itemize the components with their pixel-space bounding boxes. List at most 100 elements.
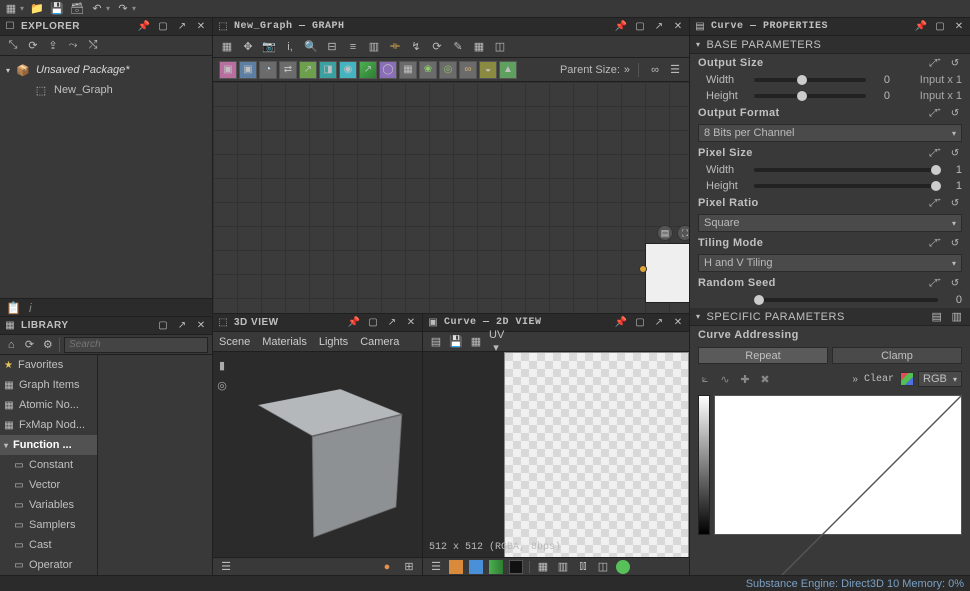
save-image-icon[interactable]: 💾 — [449, 335, 463, 349]
lib-cat-graph-items[interactable]: ▦Graph Items — [0, 375, 97, 395]
swatch-green[interactable] — [489, 560, 503, 574]
reset-icon[interactable]: ↺ — [948, 276, 962, 290]
curve-tool-add-icon[interactable]: ✚ — [738, 372, 752, 386]
tab-materials[interactable]: Materials — [262, 336, 307, 348]
lib-cat-samplers[interactable]: ▭Samplers — [0, 515, 97, 535]
lib-cat-atomic[interactable]: ▦Atomic No... — [0, 395, 97, 415]
gear-icon[interactable]: ⚙ — [41, 337, 55, 353]
reset-icon[interactable]: ↺ — [948, 196, 962, 210]
close-icon[interactable]: ✕ — [404, 316, 418, 330]
open-file-icon[interactable]: 📁 — [30, 2, 44, 16]
reset-icon[interactable]: ↺ — [948, 146, 962, 160]
lib-cat-variables[interactable]: ▭Variables — [0, 495, 97, 515]
node-btn-gradient[interactable]: ↗ — [359, 61, 377, 79]
node-btn-output[interactable]: ▲ — [499, 61, 517, 79]
view-grid-icon[interactable]: ▦ — [536, 560, 550, 574]
pixel-grid-icon[interactable]: ▥ — [556, 560, 570, 574]
save-all-icon[interactable]: 🗃 — [70, 2, 84, 16]
maximize-icon[interactable]: ▢ — [156, 20, 170, 34]
collapse-all-icon[interactable]: ⤡ — [6, 39, 20, 53]
expose-icon[interactable]: ⤢⁺ — [928, 236, 942, 250]
chevron-down-icon[interactable]: ▾ — [6, 66, 10, 75]
float-icon[interactable]: ↗ — [652, 316, 666, 330]
node-btn-svg[interactable]: ▣ — [239, 61, 257, 79]
expose-icon[interactable]: ⤢⁺ — [928, 56, 942, 70]
pin-icon[interactable]: 📌 — [914, 20, 928, 34]
output-format-select[interactable]: 8 Bits per Channel▾ — [698, 124, 962, 142]
pixel-width-slider[interactable] — [754, 168, 938, 172]
link2-icon[interactable]: ⟛ — [387, 39, 403, 55]
redo-icon[interactable]: ↷ — [116, 2, 130, 16]
histogram-icon[interactable]: ⫾⫾ — [576, 560, 590, 574]
new-file-icon[interactable]: ▦ — [4, 2, 18, 16]
tab-camera[interactable]: Camera — [360, 336, 399, 348]
lib-cat-function[interactable]: ▾Function ... — [0, 435, 97, 455]
expose-icon[interactable]: ⤢⁺ — [928, 106, 942, 120]
link-icon[interactable]: ⤳ — [66, 39, 80, 53]
list-icon[interactable]: ☰ — [219, 560, 233, 574]
node-btn-fx[interactable]: ◒ — [479, 61, 497, 79]
tab-scene[interactable]: Scene — [219, 336, 250, 348]
move-icon[interactable]: ✥ — [240, 39, 256, 55]
swatch-blue[interactable] — [469, 560, 483, 574]
reset-icon[interactable]: ↺ — [948, 236, 962, 250]
undo-icon[interactable]: ↶ — [90, 2, 104, 16]
home-icon[interactable]: ⌂ — [4, 337, 18, 353]
maximize-icon[interactable]: ▢ — [633, 316, 647, 330]
node-btn-blend[interactable]: ◯ — [379, 61, 397, 79]
channel-icon[interactable]: ◫ — [596, 560, 610, 574]
curve-plot[interactable] — [714, 395, 962, 535]
export-image-icon[interactable]: ▦ — [469, 335, 483, 349]
section-specific-parameters[interactable]: ▾ SPECIFIC PARAMETERS ▤ ▥ — [690, 308, 970, 326]
paste-params-icon[interactable]: ▥ — [950, 310, 964, 324]
table-icon[interactable]: ▥ — [366, 39, 382, 55]
close-icon[interactable]: ✕ — [194, 20, 208, 34]
swatch-orange[interactable] — [449, 560, 463, 574]
close-icon[interactable]: ✕ — [671, 20, 685, 34]
pen-icon[interactable]: ✎ — [450, 39, 466, 55]
pin-icon[interactable]: 📌 — [614, 316, 628, 330]
maximize-icon[interactable]: ▢ — [156, 319, 170, 333]
parent-size-value[interactable]: » — [624, 64, 630, 76]
select-icon[interactable]: ▦ — [219, 39, 235, 55]
reset-icon[interactable]: ↺ — [948, 56, 962, 70]
node-btn-hsl[interactable]: ◉ — [339, 61, 357, 79]
pin-icon[interactable]: 📌 — [347, 316, 361, 330]
graph-row[interactable]: ⬚ New_Graph — [0, 80, 212, 100]
clear-button[interactable]: Clear — [864, 374, 894, 385]
lib-cat-vector[interactable]: ▭Vector — [0, 475, 97, 495]
lib-cat-cast[interactable]: ▭Cast — [0, 535, 97, 555]
tab-lights[interactable]: Lights — [319, 336, 348, 348]
zoom-out-icon[interactable]: ⊟ — [324, 39, 340, 55]
camera-view-icon[interactable]: ▮ — [215, 358, 229, 372]
node-btn-levels[interactable]: ◨ — [319, 61, 337, 79]
copy-icon[interactable]: ▤ — [429, 335, 443, 349]
settings-alt-icon[interactable]: ⊞ — [402, 560, 416, 574]
fx-icon[interactable]: ▦ — [471, 39, 487, 55]
float-icon[interactable]: ↗ — [652, 20, 666, 34]
export-icon[interactable]: ⇪ — [46, 39, 60, 53]
maximize-icon[interactable]: ▢ — [366, 316, 380, 330]
node-input-port[interactable] — [639, 265, 647, 273]
package-row[interactable]: ▾ 📦 Unsaved Package* — [0, 60, 212, 80]
lib-cat-favorites[interactable]: ★Favorites — [0, 355, 97, 375]
graph-node-curve[interactable]: ▤ ⛶ — [645, 243, 689, 303]
curve-tool-linear-icon[interactable]: ⟀ — [698, 372, 712, 386]
align-icon[interactable]: ≡ — [345, 39, 361, 55]
info-icon[interactable]: i — [29, 301, 32, 315]
node-btn-bitmap[interactable]: ▣ — [219, 61, 237, 79]
library-search-input[interactable] — [64, 337, 208, 353]
node-btn-transform[interactable]: ∞ — [459, 61, 477, 79]
pin-icon[interactable]: 📌 — [614, 20, 628, 34]
float-icon[interactable]: ↗ — [385, 316, 399, 330]
target-icon[interactable]: ◎ — [215, 378, 229, 392]
play-icon[interactable] — [616, 560, 630, 574]
psb-menu-icon[interactable]: ☰ — [667, 62, 683, 78]
swatch-black[interactable] — [509, 560, 523, 574]
save-icon[interactable]: 💾 — [50, 2, 64, 16]
tiling-mode-select[interactable]: H and V Tiling▾ — [698, 254, 962, 272]
output-height-slider[interactable] — [754, 94, 866, 98]
lib-cat-fxmap[interactable]: ▦FxMap Nod... — [0, 415, 97, 435]
node-btn-color[interactable]: ◔ — [259, 61, 277, 79]
view2d-canvas[interactable]: 512 x 512 (RGBA, 8bps) — [423, 352, 689, 557]
